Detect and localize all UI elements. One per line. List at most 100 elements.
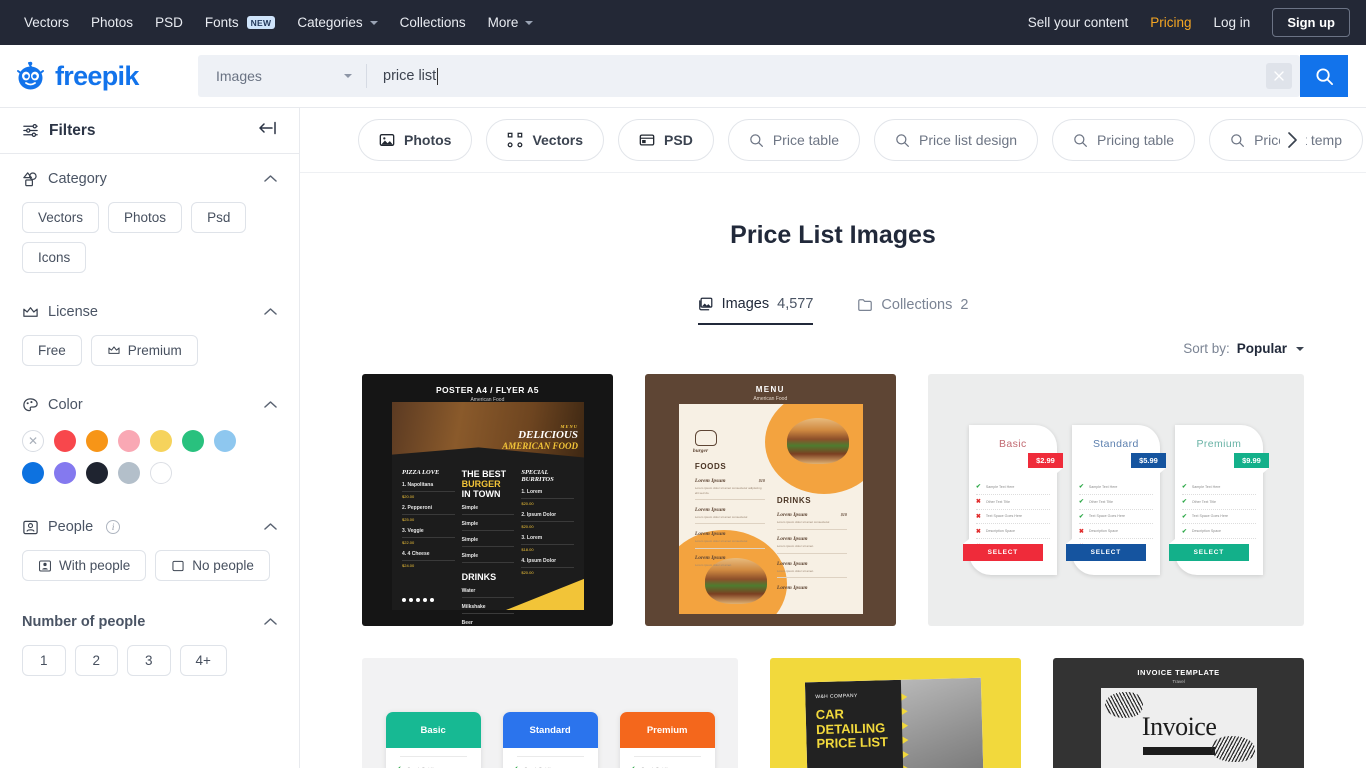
freepik-logo[interactable]: freepik: [14, 61, 186, 92]
chip-price-table[interactable]: Price table: [727, 119, 860, 161]
chevron-up-icon: [264, 518, 277, 536]
menu-header-subtitle: American Food: [753, 396, 788, 402]
search-submit-button[interactable]: [1300, 55, 1348, 97]
filters-title: Filters: [49, 121, 96, 139]
swatch-black[interactable]: [86, 462, 108, 484]
nav-item-collections[interactable]: Collections: [400, 15, 466, 30]
swatch-white[interactable]: [150, 462, 172, 484]
chip-free[interactable]: Free: [22, 335, 82, 366]
nav-item-psd[interactable]: PSD: [155, 15, 183, 30]
tab-count: 2: [960, 297, 969, 313]
swatch-light-blue[interactable]: [214, 430, 236, 452]
swatch-gray[interactable]: [118, 462, 140, 484]
chip-psd[interactable]: PSD: [618, 119, 714, 161]
nav-item-vectors[interactable]: Vectors: [24, 15, 69, 30]
nav-item-categories[interactable]: Categories: [297, 15, 378, 30]
shapes-icon: [23, 171, 37, 186]
feature-row: ✔ Sample Text Here: [1181, 480, 1256, 495]
chips-next-button[interactable]: [1280, 127, 1306, 153]
collapse-sidebar-button[interactable]: [257, 121, 277, 140]
asset-type-select[interactable]: Images: [198, 55, 366, 97]
tab-collections[interactable]: Collections 2: [857, 296, 968, 325]
section-drinks: DRINKS: [776, 496, 812, 505]
sort-label: Sort by:: [1183, 341, 1230, 356]
chip-vectors[interactable]: Vectors: [22, 202, 100, 233]
main-content: Photos Vectors PSD Price table Price lis…: [300, 108, 1366, 768]
section-header-license[interactable]: License: [22, 303, 277, 321]
chip-vectors[interactable]: Vectors: [486, 119, 605, 161]
chip-people-3[interactable]: 3: [127, 645, 171, 676]
pricing-link[interactable]: Pricing: [1150, 15, 1191, 30]
chip-photos[interactable]: Photos: [358, 119, 473, 161]
section-header-category[interactable]: Category: [22, 170, 277, 188]
result-card-car-detailing[interactable]: W&H COMPANY CAR DETAILING PRICE LIST BAS…: [770, 658, 1022, 768]
login-link[interactable]: Log in: [1214, 15, 1251, 30]
plan-price-ribbon: $2.99: [1028, 453, 1063, 473]
swatch-clear[interactable]: ✕: [22, 430, 44, 452]
chevron-down-icon: [1296, 346, 1304, 351]
result-card-american-food-poster[interactable]: POSTER A4 / FLYER A5 American Food MENU …: [362, 374, 613, 626]
thumbnail-pricing-cards-flat: Basic ✔Sample Text Here Standard ✔Sample…: [362, 658, 739, 768]
info-icon[interactable]: i: [106, 520, 121, 534]
result-card-burger-menu[interactable]: MENU American Food burger FOODS Lorem Ip…: [644, 374, 896, 626]
menu-item: 2. Ipsum Dolor: [521, 512, 557, 518]
top-navigation-bar: Vectors Photos PSD Fonts NEW Categories …: [0, 0, 1366, 45]
nav-item-photos[interactable]: Photos: [91, 15, 133, 30]
chip-premium[interactable]: Premium: [90, 335, 198, 366]
sell-your-content-link[interactable]: Sell your content: [1028, 15, 1129, 30]
swatch-purple[interactable]: [54, 462, 76, 484]
tab-images[interactable]: Images 4,577: [697, 296, 814, 325]
color-swatches: ✕: [22, 430, 262, 484]
swatch-blue[interactable]: [22, 462, 44, 484]
filter-section-color: Color ✕: [0, 370, 299, 488]
chip-psd[interactable]: Psd: [191, 202, 247, 233]
chip-price-list-design[interactable]: Price list design: [874, 119, 1039, 161]
menu-price: $10: [758, 478, 765, 483]
section-header-people[interactable]: People i: [22, 518, 277, 536]
menu-price: $18.00: [521, 547, 534, 552]
menu-item-desc: Lorem ipsum dolor sit amet consectetur a…: [694, 486, 762, 495]
search-input[interactable]: price list: [367, 67, 1266, 85]
chip-photos[interactable]: Photos: [108, 202, 183, 233]
swatch-green[interactable]: [182, 430, 204, 452]
menu-item-desc: Lorem ipsum dolor sit amet consectetur.: [694, 514, 749, 519]
chip-people-2[interactable]: 2: [74, 645, 119, 676]
drink-item: Lorem Ipsum: [776, 584, 808, 591]
swatch-pink[interactable]: [118, 430, 140, 452]
chevron-right-icon: [1288, 132, 1297, 148]
poster-column-pizza: PIZZA LOVE 1. Napolitana $20.00 2. Pepper…: [402, 469, 455, 626]
section-header-number-of-people[interactable]: Number of people: [22, 613, 277, 631]
result-card-pricing-table-ribbon[interactable]: Basic $2.99 ✔ Sample Text Here ✖ Other Tex…: [927, 374, 1304, 626]
menu-item-desc: Lorem ipsum dolor sit amet.: [694, 563, 732, 568]
clear-search-button[interactable]: [1266, 63, 1292, 89]
company-suffix: COMPANY: [830, 692, 859, 700]
chip-people-1[interactable]: 1: [22, 645, 66, 676]
title-line-2: BURGER: [461, 479, 501, 489]
invoice-header-title: INVOICE TEMPLATE: [1137, 668, 1220, 677]
plan-basic: Basic $2.99 ✔ Sample Text Here ✖ Other Tex…: [962, 425, 1063, 575]
chip-no-people[interactable]: No people: [155, 550, 270, 581]
section-header-color[interactable]: Color: [22, 396, 277, 414]
chip-pricing-table[interactable]: Pricing table: [1052, 119, 1196, 161]
nav-item-fonts[interactable]: Fonts NEW: [205, 15, 276, 30]
result-card-pricing-cards-flat[interactable]: Basic ✔Sample Text Here Standard ✔Sample…: [362, 658, 739, 768]
chip-icons[interactable]: Icons: [22, 242, 87, 273]
swatch-yellow[interactable]: [150, 430, 172, 452]
plan-title: Premium: [619, 712, 715, 754]
chip-with-people[interactable]: With people: [22, 550, 147, 581]
signup-button[interactable]: Sign up: [1272, 8, 1350, 37]
top-nav-links: Vectors Photos PSD Fonts NEW Categories …: [24, 15, 534, 30]
feature-label: Description Space: [1191, 529, 1222, 534]
search-field-group: Images price list: [198, 55, 1300, 97]
swatch-red[interactable]: [54, 430, 76, 452]
nav-item-more[interactable]: More: [488, 15, 534, 30]
check-icon: ✔: [1181, 528, 1187, 535]
swatch-orange[interactable]: [86, 430, 108, 452]
result-card-invoice-template[interactable]: INVOICE TEMPLATE Travel Invoice ST. DESC…: [1053, 658, 1304, 768]
drink-desc: Lorem ipsum dolor sit amet.: [776, 544, 814, 549]
sort-control[interactable]: Sort by: Popular: [362, 341, 1304, 356]
chip-people-4plus[interactable]: 4+: [179, 645, 227, 676]
menu-item: Lorem Ipsum: [694, 531, 726, 538]
crown-icon: [23, 306, 38, 317]
check-icon: ✔: [1181, 499, 1187, 506]
